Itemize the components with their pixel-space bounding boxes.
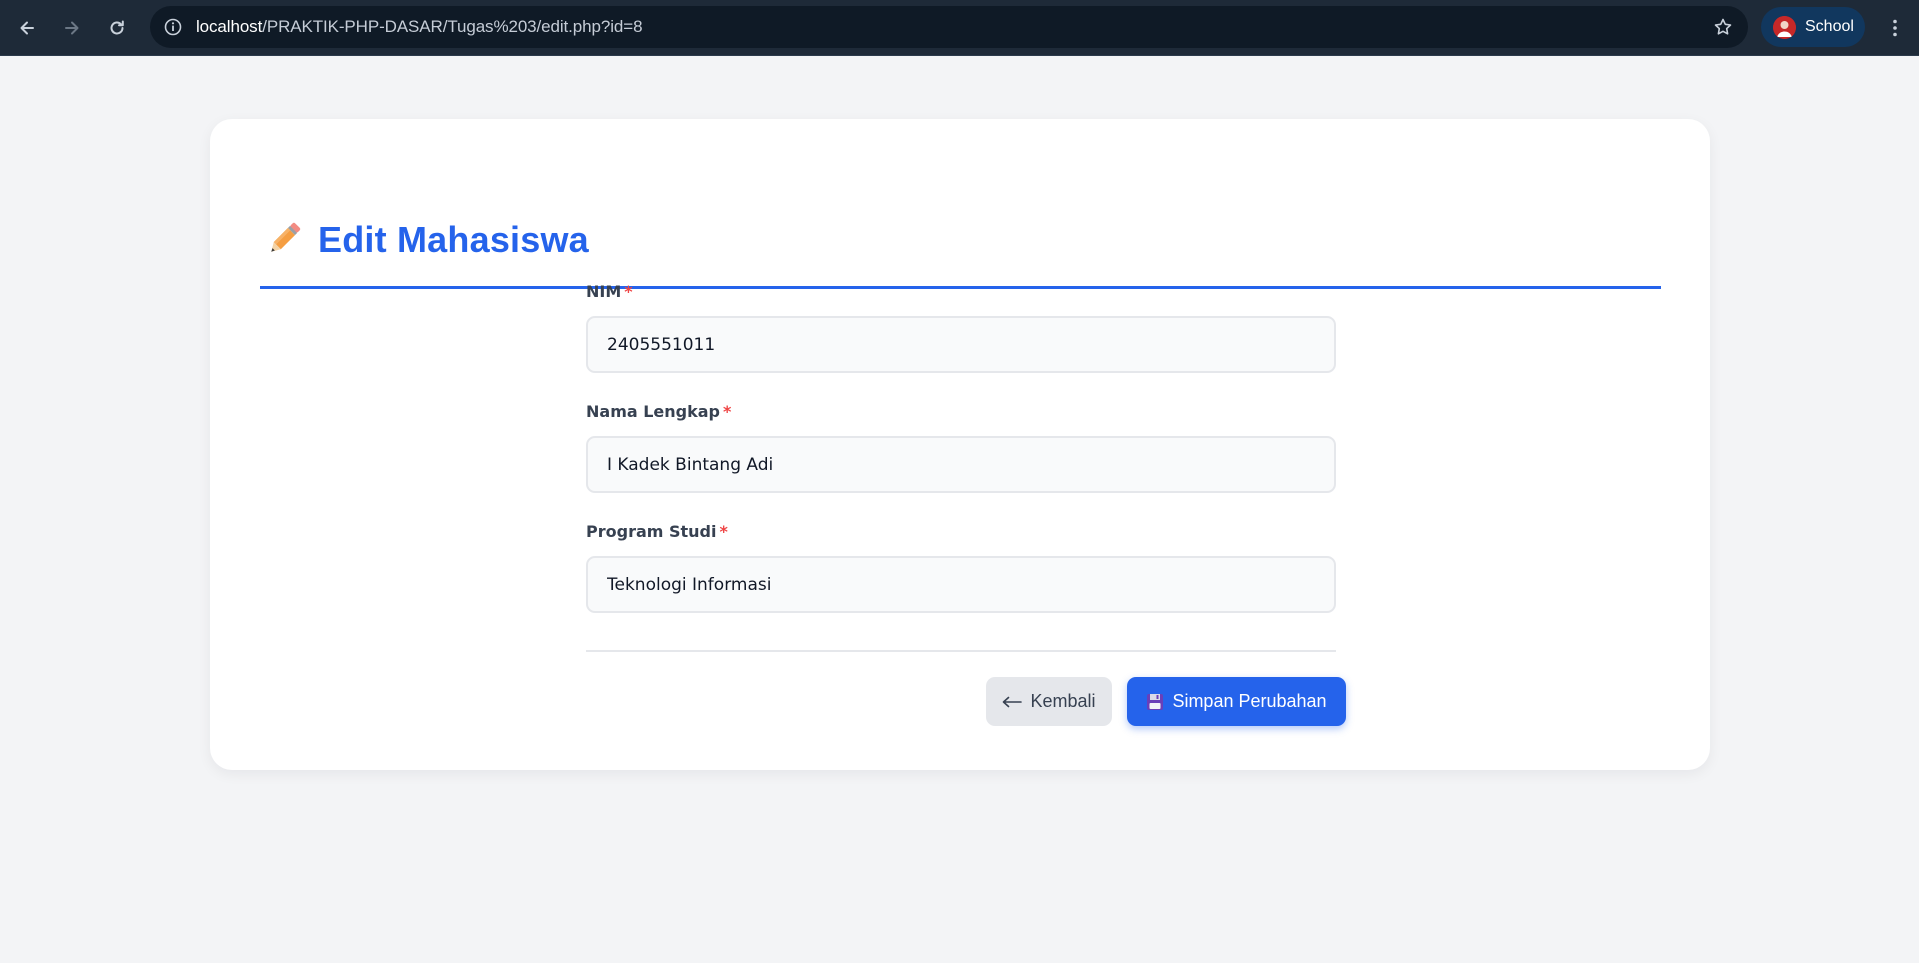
back-button-label: Kembali xyxy=(1030,691,1096,711)
save-button-label: Simpan Perubahan xyxy=(1172,691,1327,711)
browser-menu-button[interactable] xyxy=(1880,11,1910,45)
form-divider xyxy=(586,650,1336,652)
full-name-label: Nama Lengkap * xyxy=(586,402,731,421)
address-bar[interactable]: localhost/PRAKTIK-PHP-DASAR/Tugas%203/ed… xyxy=(150,6,1748,48)
arrow-right-icon xyxy=(65,21,79,35)
required-marker: * xyxy=(723,402,732,421)
back-nav-button[interactable] xyxy=(10,11,44,45)
browser-toolbar: localhost/PRAKTIK-PHP-DASAR/Tugas%203/ed… xyxy=(0,0,1919,56)
reload-button[interactable] xyxy=(100,11,134,45)
page-title: Edit Mahasiswa xyxy=(318,219,589,260)
reload-icon xyxy=(110,20,124,35)
pencil-icon xyxy=(271,222,301,252)
nim-input[interactable] xyxy=(586,316,1336,373)
back-button[interactable]: Kembali xyxy=(986,677,1112,726)
card-header: Edit Mahasiswa xyxy=(260,167,1661,289)
kebab-menu-icon xyxy=(1893,19,1897,37)
nim-label: NIM * xyxy=(586,282,633,301)
required-marker: * xyxy=(719,522,728,541)
url-host: localhost xyxy=(196,17,263,36)
study-program-label-text: Program Studi xyxy=(586,522,717,541)
nim-label-text: NIM xyxy=(586,282,622,301)
full-name-input[interactable] xyxy=(586,436,1336,493)
profile-label: School xyxy=(1805,18,1854,35)
avatar xyxy=(1773,16,1796,39)
arrow-left-icon xyxy=(20,21,34,35)
site-info-icon[interactable] xyxy=(160,14,186,40)
forward-nav-button[interactable] xyxy=(55,11,89,45)
save-changes-button[interactable]: Simpan Perubahan xyxy=(1127,677,1346,726)
study-program-label: Program Studi * xyxy=(586,522,728,541)
edit-card: Edit Mahasiswa NIM* Nama Lengkap* Progra… xyxy=(210,119,1710,770)
required-marker: * xyxy=(624,282,633,301)
floppy-disk-icon xyxy=(1146,693,1164,711)
arrow-left-icon xyxy=(1002,696,1023,708)
bookmark-star-icon[interactable] xyxy=(1710,14,1736,40)
url-text[interactable]: localhost/PRAKTIK-PHP-DASAR/Tugas%203/ed… xyxy=(196,17,643,37)
profile-button[interactable]: School xyxy=(1761,7,1865,47)
full-name-label-text: Nama Lengkap xyxy=(586,402,721,421)
url-path: /PRAKTIK-PHP-DASAR/Tugas%203/edit.php?id… xyxy=(262,17,643,36)
study-program-input[interactable] xyxy=(586,556,1336,613)
